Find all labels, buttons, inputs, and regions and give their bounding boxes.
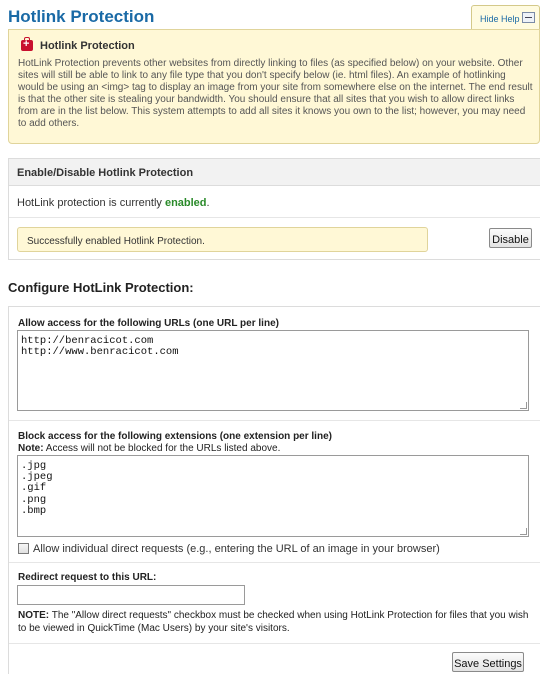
config-title: Configure HotLink Protection:	[8, 280, 194, 295]
resize-grip-icon[interactable]	[520, 402, 527, 409]
block-note-prefix: Note:	[18, 443, 44, 454]
block-ext-label: Block access for the following extension…	[18, 431, 332, 442]
enable-disable-panel: Enable/Disable Hotlink Protection HotLin…	[8, 158, 540, 260]
hide-help-tab[interactable]: Hide Help	[471, 5, 540, 30]
enable-panel-header: Enable/Disable Hotlink Protection	[9, 159, 540, 186]
allow-urls-textarea[interactable]: http://benracicot.com http://www.benracic…	[17, 330, 529, 411]
disable-button[interactable]: Disable	[489, 228, 532, 248]
configure-panel: Allow access for the following URLs (one…	[8, 306, 540, 674]
save-settings-button[interactable]: Save Settings	[452, 652, 524, 672]
status-value: enabled	[164, 197, 207, 209]
note-text: The "Allow direct requests" checkbox mus…	[18, 610, 529, 634]
help-text: HotLink Protection prevents other websit…	[18, 58, 533, 130]
first-aid-icon	[21, 37, 33, 51]
blocked-extension-line: .jpeg	[21, 471, 53, 484]
hide-help-link[interactable]: Hide Help	[480, 14, 520, 24]
allow-direct-label[interactable]: Allow individual direct requests (e.g., …	[33, 543, 440, 555]
divider	[9, 420, 540, 421]
redirect-url-input[interactable]	[17, 585, 245, 605]
blocked-extension-line: .gif	[21, 482, 47, 495]
status-prefix: HotLink protection is currently	[17, 197, 165, 209]
block-extensions-textarea[interactable]: .jpg .jpeg .gif .png .bmp	[17, 455, 529, 537]
help-heading: Hotlink Protection	[40, 40, 135, 52]
status-suffix: .	[206, 197, 210, 209]
resize-grip-icon[interactable]	[520, 528, 527, 535]
blocked-extension-line: .jpg	[21, 460, 47, 472]
note-prefix: NOTE:	[18, 610, 50, 621]
help-box: Hotlink Protection HotLink Protection pr…	[8, 29, 540, 144]
protection-status: HotLink protection is currently enabled.	[17, 197, 210, 209]
extension-lines: .jpg .jpeg .gif .png .bmp	[21, 460, 528, 517]
quicktime-note: NOTE: The "Allow direct requests" checkb…	[18, 609, 533, 635]
block-note: Note: Access will not be blocked for the…	[18, 443, 280, 454]
collapse-icon[interactable]	[522, 12, 535, 23]
blocked-extension-line: .bmp	[21, 504, 47, 517]
redirect-label: Redirect request to this URL:	[18, 572, 157, 583]
block-note-text: Access will not be blocked for the URLs …	[43, 443, 281, 454]
allow-urls-label: Allow access for the following URLs (one…	[18, 318, 279, 329]
allow-direct-row: Allow individual direct requests (e.g., …	[18, 543, 440, 555]
divider	[9, 217, 540, 218]
divider	[9, 643, 540, 644]
success-message: Successfully enabled Hotlink Protection.	[17, 227, 428, 252]
blocked-extension-line: .png	[21, 493, 47, 506]
allow-direct-checkbox[interactable]	[18, 543, 29, 554]
divider	[9, 562, 540, 563]
url-lines: http://benracicot.com http://www.benracic…	[21, 335, 528, 359]
page-title: Hotlink Protection	[8, 7, 155, 26]
allowed-url-line: http://www.benracicot.com	[21, 346, 179, 359]
